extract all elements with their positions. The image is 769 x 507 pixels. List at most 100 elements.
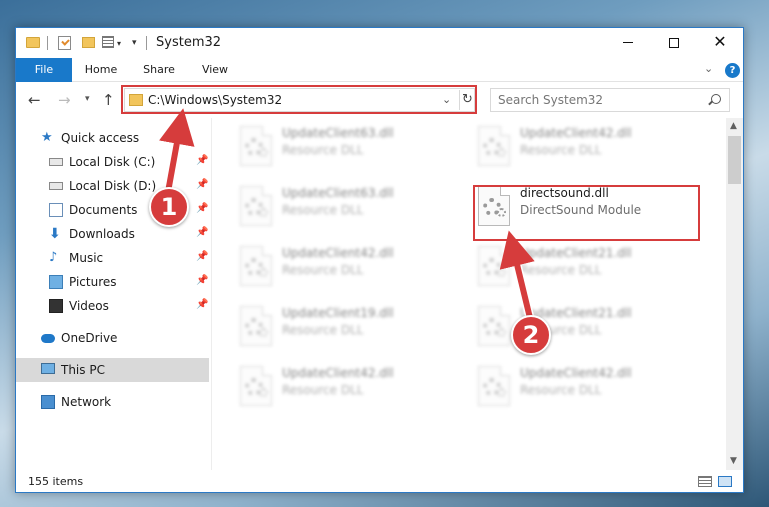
pin-icon[interactable]: 📌 <box>196 179 208 190</box>
gear-icon <box>497 328 506 337</box>
expand-ribbon-icon[interactable]: ⌄ <box>704 62 713 75</box>
sidebar-item-label: Local Disk (C:) <box>69 155 156 169</box>
maximize-button[interactable] <box>651 28 697 58</box>
pin-icon[interactable]: 📌 <box>196 203 208 214</box>
videos-icon <box>49 299 63 313</box>
maximize-icon <box>669 37 679 48</box>
file-item[interactable]: UpdateClient42.dll Resource DLL <box>450 358 670 410</box>
gear-icon <box>497 268 506 277</box>
sidebar-item-videos[interactable]: Videos 📌 <box>16 294 209 318</box>
pin-icon[interactable]: 📌 <box>196 155 208 166</box>
gear-icon <box>259 268 268 277</box>
pin-icon[interactable]: 📌 <box>196 275 208 286</box>
music-icon: ♪ <box>49 250 58 265</box>
chevron-down-icon[interactable]: ▾ <box>117 39 121 55</box>
forward-button[interactable]: → <box>58 91 71 109</box>
sidebar-item-downloads[interactable]: ⬇ Downloads 📌 <box>16 222 209 246</box>
recent-locations-icon[interactable]: ▾ <box>85 94 90 104</box>
close-icon: ✕ <box>713 32 727 51</box>
vertical-scrollbar[interactable]: ▲ ▼ <box>726 118 743 470</box>
close-button[interactable]: ✕ <box>697 28 743 58</box>
view-icon[interactable] <box>102 36 114 48</box>
sidebar-item-label: OneDrive <box>61 331 118 345</box>
file-item[interactable]: UpdateClient21.dll Resource DLL <box>450 298 670 350</box>
properties-icon[interactable] <box>58 36 71 50</box>
search-input[interactable]: Search System32 <box>498 93 603 107</box>
file-highlight-box <box>473 185 700 241</box>
file-item[interactable]: UpdateClient63.dll Resource DLL <box>212 178 432 230</box>
file-type: Resource DLL <box>282 203 364 217</box>
sidebar-item-network[interactable]: Network <box>16 390 209 414</box>
help-icon[interactable]: ? <box>725 63 740 78</box>
navigation-pane: ★ Quick access Local Disk (C:) 📌 Local D… <box>16 118 211 470</box>
tab-view[interactable]: View <box>192 58 238 82</box>
drive-icon <box>49 158 63 166</box>
tab-home[interactable]: Home <box>78 58 124 82</box>
file-item[interactable]: UpdateClient21.dll Resource DLL <box>450 238 670 290</box>
explorer-window: ▾ ▾ System32 ✕ File Home Share View ⌄ ? … <box>15 27 744 493</box>
documents-icon <box>49 203 63 217</box>
ribbon-tabs: File Home Share View ⌄ ? <box>16 58 743 82</box>
scrollbar-thumb[interactable] <box>728 136 741 184</box>
status-bar: 155 items <box>16 470 743 492</box>
new-folder-icon[interactable] <box>82 37 95 48</box>
file-name: UpdateClient21.dll <box>520 246 632 260</box>
pin-icon[interactable]: 📌 <box>196 251 208 262</box>
back-button[interactable]: ← <box>28 91 41 109</box>
address-highlight-box <box>121 85 477 114</box>
sidebar-item-label: Pictures <box>69 275 117 289</box>
gear-icon <box>259 208 268 217</box>
search-box[interactable]: Search System32 <box>490 88 730 112</box>
scroll-down-icon[interactable]: ▼ <box>730 456 737 466</box>
pin-icon[interactable]: 📌 <box>196 299 208 310</box>
file-type: Resource DLL <box>520 143 602 157</box>
star-icon: ★ <box>41 130 53 145</box>
file-type: Resource DLL <box>520 263 602 277</box>
file-name: UpdateClient63.dll <box>282 126 394 140</box>
customize-toolbar-icon[interactable]: ▾ <box>132 38 137 54</box>
step-badge-1: 1 <box>149 187 189 227</box>
gear-icon <box>259 388 268 397</box>
file-name: UpdateClient63.dll <box>282 186 394 200</box>
file-name: UpdateClient42.dll <box>520 366 632 380</box>
download-icon: ⬇ <box>49 226 61 242</box>
sidebar-item-label: Music <box>69 251 104 265</box>
file-name: UpdateClient19.dll <box>282 306 394 320</box>
details-view-icon[interactable] <box>698 476 712 487</box>
file-item[interactable]: UpdateClient42.dll Resource DLL <box>212 238 432 290</box>
pin-icon[interactable]: 📌 <box>196 227 208 238</box>
sidebar-item-label: Local Disk (D:) <box>69 179 157 193</box>
sidebar-item-onedrive[interactable]: OneDrive <box>16 326 209 350</box>
scroll-up-icon[interactable]: ▲ <box>730 121 737 131</box>
pictures-icon <box>49 275 63 289</box>
file-item[interactable]: UpdateClient42.dll Resource DLL <box>450 118 670 170</box>
window-title: System32 <box>156 35 222 50</box>
sidebar-item-music[interactable]: ♪ Music 📌 <box>16 246 209 270</box>
title-bar: ▾ ▾ System32 ✕ <box>16 28 743 58</box>
file-type: Resource DLL <box>282 263 364 277</box>
sidebar-item-quick-access[interactable]: ★ Quick access <box>16 126 209 150</box>
search-icon[interactable] <box>711 94 721 104</box>
sidebar-item-local-disk-c[interactable]: Local Disk (C:) 📌 <box>16 150 209 174</box>
cloud-icon <box>41 334 55 343</box>
sidebar-item-this-pc[interactable]: This PC <box>16 358 209 382</box>
sidebar-item-label: Network <box>61 395 112 409</box>
sidebar-item-label: Videos <box>69 299 109 313</box>
sidebar-item-pictures[interactable]: Pictures 📌 <box>16 270 209 294</box>
tab-share[interactable]: Share <box>136 58 182 82</box>
file-list: UpdateClient63.dll Resource DLL UpdateCl… <box>212 118 726 470</box>
file-item[interactable]: UpdateClient42.dll Resource DLL <box>212 358 432 410</box>
tab-file[interactable]: File <box>16 58 72 82</box>
tiles-view-icon[interactable] <box>718 476 732 487</box>
sidebar-item-label: Downloads <box>69 227 135 241</box>
step-badge-2: 2 <box>511 315 551 355</box>
gear-icon <box>497 388 506 397</box>
file-item[interactable]: UpdateClient19.dll Resource DLL <box>212 298 432 350</box>
file-name: UpdateClient42.dll <box>520 126 632 140</box>
sidebar-item-label: Quick access <box>61 131 140 145</box>
minimize-button[interactable] <box>605 28 651 58</box>
up-button[interactable]: ↑ <box>102 91 115 109</box>
item-count: 155 items <box>28 475 84 488</box>
file-item[interactable]: UpdateClient63.dll Resource DLL <box>212 118 432 170</box>
file-type: Resource DLL <box>520 383 602 397</box>
